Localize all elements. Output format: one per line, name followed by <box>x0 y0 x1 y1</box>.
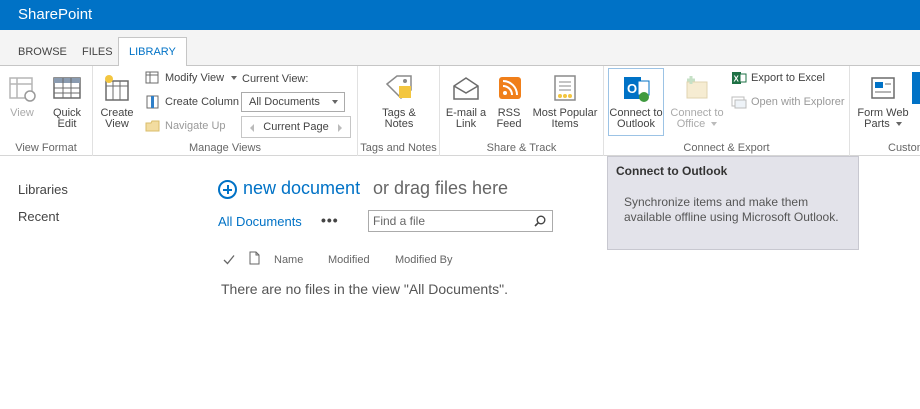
nav-item-libraries[interactable]: Libraries <box>18 182 68 197</box>
connect-to-outlook-button[interactable]: O Connect to Outlook <box>608 72 664 130</box>
rss-feed-button[interactable]: RSS Feed <box>494 72 524 130</box>
tags-notes-label-2: Notes <box>384 118 414 130</box>
all-documents-view-link[interactable]: All Documents <box>218 214 302 229</box>
popular-items-icon <box>554 75 576 101</box>
quick-edit-label-2: Edit <box>57 118 77 130</box>
group-connect-export: O Connect to Outlook Connect to Office X <box>604 66 850 156</box>
open-with-explorer-button[interactable]: Open with Explorer <box>731 93 845 111</box>
find-file-input[interactable] <box>373 213 523 229</box>
tag-icon <box>385 75 412 100</box>
tab-browse[interactable]: BROWSE <box>8 40 77 66</box>
more-options-button[interactable]: ••• <box>321 212 339 228</box>
connect-outlook-tooltip: Connect to Outlook Synchronize items and… <box>607 156 859 250</box>
create-column-button[interactable]: Create Column <box>145 93 239 111</box>
quick-edit-button[interactable]: Quick Edit <box>48 72 86 130</box>
email-link-button[interactable]: E-mail a Link <box>444 72 488 130</box>
ribbon-tabs: BROWSE FILES LIBRARY <box>0 30 920 67</box>
group-share-track: E-mail a Link RSS Feed Most Popular Item… <box>440 66 604 156</box>
group-label-tags-notes: Tags and Notes <box>360 142 437 154</box>
current-view-select[interactable]: All Documents <box>241 92 345 112</box>
chevron-down-icon <box>895 122 902 127</box>
tags-notes-button[interactable]: Tags & Notes <box>376 72 422 130</box>
find-file-search <box>368 210 553 232</box>
create-column-label: Create Column <box>165 96 239 108</box>
tooltip-title: Connect to Outlook <box>616 164 728 178</box>
plus-circle-icon[interactable] <box>218 180 237 199</box>
group-label-share-track: Share & Track <box>486 142 557 154</box>
chevron-down-icon <box>332 100 338 104</box>
outlook-icon: O <box>624 77 650 102</box>
navigate-up-button[interactable]: Navigate Up <box>145 117 226 135</box>
modify-view-label: Modify View <box>165 72 225 84</box>
open-explorer-label: Open with Explorer <box>751 96 845 108</box>
current-view-value: All Documents <box>249 96 320 108</box>
quick-edit-icon <box>53 77 81 99</box>
group-label-manage-views: Manage Views <box>189 142 261 154</box>
export-excel-label: Export to Excel <box>751 72 825 84</box>
app-title[interactable]: SharePoint <box>18 6 92 23</box>
group-label-connect-export: Connect & Export <box>683 142 770 154</box>
group-customize: Form Web Parts Custom <box>850 66 920 156</box>
email-icon <box>453 77 479 100</box>
next-page-icon[interactable] <box>338 124 342 132</box>
svg-text:O: O <box>627 81 637 96</box>
create-column-icon <box>146 95 159 109</box>
customize-next-icon <box>912 72 920 104</box>
current-view-label: Current View: <box>242 73 309 85</box>
group-view-format: View Quick Edit View Format <box>0 66 93 156</box>
view-button[interactable]: View <box>5 72 39 119</box>
ribbon: View Quick Edit View Format Create View … <box>0 66 920 156</box>
connect-to-office-button[interactable]: Connect to Office <box>668 72 726 130</box>
nav-item-recent[interactable]: Recent <box>18 209 59 224</box>
tooltip-body: Synchronize items and make them availabl… <box>624 195 839 224</box>
column-header-modified[interactable]: Modified <box>328 254 370 266</box>
export-to-excel-button[interactable]: X Export to Excel <box>731 69 825 87</box>
tab-library[interactable]: LIBRARY <box>118 37 187 67</box>
form-web-parts-button[interactable]: Form Web Parts <box>854 72 912 130</box>
connect-outlook-label-2: Outlook <box>617 118 655 130</box>
modify-view-button[interactable]: Modify View <box>145 69 238 87</box>
rss-feed-label-2: Feed <box>496 118 522 130</box>
search-icon[interactable] <box>534 215 546 227</box>
column-header-modified-by[interactable]: Modified By <box>395 254 452 266</box>
form-web-parts-icon <box>871 77 895 99</box>
view-icon <box>9 77 36 102</box>
folder-up-icon <box>145 120 160 132</box>
modify-view-icon <box>145 71 159 84</box>
view-label: View <box>10 107 34 119</box>
form-web-parts-label-2: Parts <box>864 118 890 130</box>
previous-page-icon[interactable] <box>250 124 254 132</box>
checkmark-icon[interactable] <box>223 254 235 265</box>
chevron-down-icon <box>231 76 238 81</box>
connect-office-label-2: Office <box>676 118 706 130</box>
current-page-label: Current Page <box>263 121 329 133</box>
explorer-icon <box>731 96 747 109</box>
most-popular-label-2: Items <box>551 118 579 130</box>
drag-files-text: or drag files here <box>373 178 509 198</box>
create-view-button[interactable]: Create View <box>99 72 135 130</box>
current-page-pager[interactable]: Current Page <box>241 116 351 138</box>
create-view-icon <box>105 75 129 101</box>
column-header-name[interactable]: Name <box>274 254 303 266</box>
document-icon <box>249 251 260 265</box>
svg-text:X: X <box>734 75 740 84</box>
excel-icon: X <box>732 72 747 84</box>
office-icon <box>686 76 708 99</box>
tab-files[interactable]: FILES <box>72 40 123 66</box>
email-link-label-2: Link <box>455 118 477 130</box>
suite-bar: SharePoint <box>0 0 920 30</box>
group-tags-notes: Tags & Notes Tags and Notes <box>358 66 440 156</box>
group-label-view-format: View Format <box>15 142 77 154</box>
rss-icon <box>499 77 521 99</box>
empty-view-message: There are no files in the view "All Docu… <box>221 281 508 297</box>
create-view-label-2: View <box>105 118 129 130</box>
group-label-customize: Custom <box>888 142 920 154</box>
most-popular-items-button[interactable]: Most Popular Items <box>532 72 598 130</box>
navigate-up-label: Navigate Up <box>165 120 226 132</box>
new-document-link[interactable]: new document <box>243 178 360 199</box>
chevron-down-icon <box>711 122 718 127</box>
